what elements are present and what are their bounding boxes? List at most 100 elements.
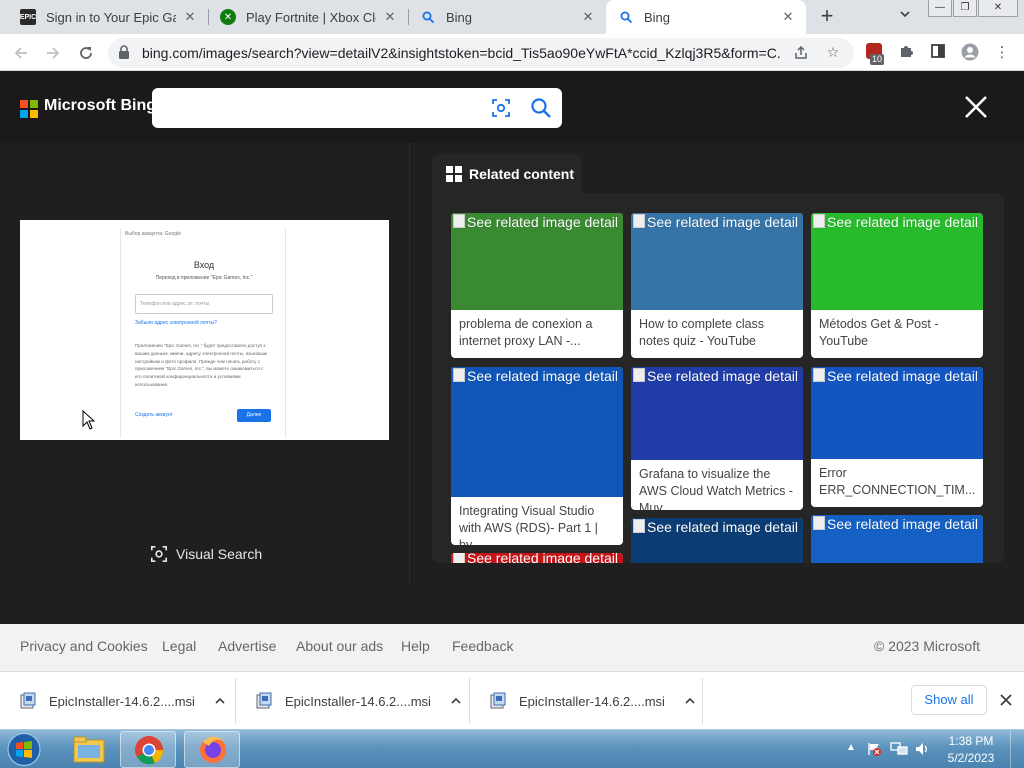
- close-icon[interactable]: [962, 93, 990, 121]
- new-tab-button[interactable]: +: [814, 5, 840, 29]
- tab-related-content[interactable]: Related content: [432, 154, 582, 194]
- close-window-button[interactable]: ✕: [978, 0, 1018, 17]
- preview-next-button: Далее: [237, 409, 271, 422]
- related-caption[interactable]: Métodos Get & Post - YouTube: [811, 310, 983, 350]
- share-icon[interactable]: [792, 44, 810, 62]
- file-explorer-icon[interactable]: [61, 731, 117, 768]
- chevron-up-icon[interactable]: [449, 694, 463, 708]
- preview-subtitle: Переход в приложение "Epic Games, Inc.": [155, 275, 253, 281]
- footer-link-privacy[interactable]: Privacy and Cookies: [20, 638, 148, 654]
- clock-time[interactable]: 1:38 PM: [944, 734, 998, 748]
- footer-link-help[interactable]: Help: [401, 638, 430, 654]
- related-card[interactable]: See related image detail problema de con…: [451, 213, 623, 358]
- profile-avatar-icon[interactable]: [960, 43, 980, 63]
- chrome-menu-icon[interactable]: ⋮: [992, 43, 1012, 63]
- preview-email-field: Телефон или адрес эл. почты: [135, 294, 273, 314]
- back-arrow-icon[interactable]: [9, 41, 33, 65]
- related-thumbnail[interactable]: See related image detail: [811, 213, 983, 310]
- image-preview-pane: Выбор аккаунта: Google Вход Переход в пр…: [0, 143, 410, 583]
- related-thumbnail[interactable]: See related image detail: [451, 367, 623, 497]
- related-card[interactable]: See related image detail Error ERR_CONNE…: [811, 367, 983, 507]
- related-thumbnail[interactable]: See related image detail: [451, 553, 623, 563]
- chevron-down-icon[interactable]: [896, 8, 914, 26]
- side-panel-icon[interactable]: [928, 43, 948, 63]
- related-caption[interactable]: Error ERR_CONNECTION_TIM...: [811, 459, 983, 499]
- close-icon[interactable]: ✕: [580, 9, 596, 25]
- image-alt-text: See related image detail: [813, 516, 978, 532]
- epic-games-icon: EPIC: [20, 9, 36, 25]
- chrome-icon[interactable]: [120, 731, 176, 768]
- image-detail-overlay: Microsoft Bing Выбор аккаунта: Google Вх…: [0, 71, 1024, 583]
- chevron-up-icon[interactable]: [683, 694, 697, 708]
- bing-search-box[interactable]: [152, 88, 562, 128]
- tab-epic-signin[interactable]: EPIC Sign in to Your Epic Games ✕: [8, 0, 208, 34]
- related-caption[interactable]: How to complete class notes quiz - YouTu…: [631, 310, 803, 350]
- chevron-up-icon[interactable]: [213, 694, 227, 708]
- downloads-bar: EpicInstaller-14.6.2....msi EpicInstalle…: [0, 671, 1024, 729]
- overlay-bottom-band: [0, 583, 1024, 624]
- mouse-cursor-icon: [82, 409, 96, 430]
- related-caption[interactable]: Grafana to visualize the AWS Cloud Watch…: [631, 460, 803, 510]
- browser-toolbar: bing.com/images/search?view=detailV2&ins…: [0, 34, 1024, 71]
- related-thumbnail[interactable]: See related image detail: [631, 518, 803, 563]
- related-card[interactable]: See related image detail How to complete…: [631, 213, 803, 358]
- related-thumbnail[interactable]: See related image detail: [631, 213, 803, 310]
- related-thumbnail[interactable]: See related image detail: [811, 515, 983, 563]
- download-item[interactable]: EpicInstaller-14.6.2....msi: [0, 678, 236, 724]
- close-icon[interactable]: ✕: [780, 9, 796, 25]
- related-card[interactable]: See related image detail: [451, 553, 623, 563]
- footer-link-about-ads[interactable]: About our ads: [296, 638, 383, 654]
- related-caption[interactable]: problema de conexion a internet proxy LA…: [451, 310, 623, 350]
- google-signin-screenshot: Выбор аккаунта: Google Вход Переход в пр…: [120, 228, 286, 438]
- clock-date[interactable]: 5/2/2023: [944, 751, 998, 765]
- url-text[interactable]: bing.com/images/search?view=detailV2&ins…: [142, 38, 782, 68]
- microsoft-logo-icon[interactable]: [20, 100, 38, 118]
- forward-arrow-icon[interactable]: [41, 41, 65, 65]
- close-icon[interactable]: ✕: [382, 9, 398, 25]
- related-card[interactable]: See related image detail Grafana to visu…: [631, 367, 803, 510]
- related-thumbnail[interactable]: See related image detail: [451, 213, 623, 310]
- visual-search-icon[interactable]: [491, 98, 511, 118]
- restore-window-button[interactable]: ❐: [953, 0, 977, 17]
- close-icon[interactable]: ✕: [182, 9, 198, 25]
- tab-bing-1[interactable]: Bing ✕: [408, 0, 606, 34]
- preview-title: Вход: [193, 260, 215, 270]
- search-icon[interactable]: [530, 97, 552, 119]
- tab-bing-active[interactable]: Bing ✕: [606, 0, 806, 34]
- visual-search-icon: [150, 545, 168, 563]
- address-bar[interactable]: bing.com/images/search?view=detailV2&ins…: [108, 38, 854, 68]
- footer-link-advertise[interactable]: Advertise: [218, 638, 276, 654]
- action-center-flag-icon[interactable]: [866, 741, 882, 757]
- network-icon[interactable]: [890, 741, 908, 757]
- bing-footer: Privacy and Cookies Legal Advertise Abou…: [0, 624, 1024, 671]
- bing-brand[interactable]: Microsoft Bing: [44, 97, 156, 115]
- preview-image[interactable]: Выбор аккаунта: Google Вход Переход в пр…: [20, 220, 389, 440]
- tab-fortnite[interactable]: ✕ Play Fortnite | Xbox Cloud Gaming ✕: [208, 0, 408, 34]
- footer-link-legal[interactable]: Legal: [162, 638, 196, 654]
- extensions-puzzle-icon[interactable]: [896, 43, 916, 63]
- download-item[interactable]: EpicInstaller-14.6.2....msi: [470, 678, 703, 724]
- related-thumbnail[interactable]: See related image detail: [631, 367, 803, 460]
- firefox-icon[interactable]: [184, 731, 240, 768]
- related-caption[interactable]: Integrating Visual Studio with AWS (RDS)…: [451, 497, 623, 545]
- related-card[interactable]: See related image detail Métodos Get & P…: [811, 213, 983, 358]
- reload-icon[interactable]: [74, 41, 98, 65]
- bookmark-star-icon[interactable]: ☆: [824, 44, 842, 62]
- show-desktop-button[interactable]: [1010, 730, 1024, 768]
- related-card[interactable]: See related image detail: [811, 515, 983, 563]
- related-thumbnail[interactable]: See related image detail: [811, 367, 983, 459]
- search-input[interactable]: [164, 96, 474, 120]
- tray-expand-icon[interactable]: ▲: [846, 742, 856, 753]
- lock-icon[interactable]: [118, 45, 132, 61]
- minimize-window-button[interactable]: —: [928, 0, 952, 17]
- related-card[interactable]: See related image detail: [631, 518, 803, 563]
- show-all-downloads-button[interactable]: Show all: [911, 685, 987, 715]
- close-icon[interactable]: [998, 692, 1014, 708]
- related-tab-label: Related content: [469, 166, 575, 182]
- related-card[interactable]: See related image detail Integrating Vis…: [451, 367, 623, 545]
- footer-link-feedback[interactable]: Feedback: [452, 638, 513, 654]
- download-item[interactable]: EpicInstaller-14.6.2....msi: [236, 678, 470, 724]
- visual-search-button[interactable]: Visual Search: [150, 543, 262, 565]
- volume-icon[interactable]: [914, 741, 930, 757]
- windows-start-icon[interactable]: [4, 731, 44, 768]
